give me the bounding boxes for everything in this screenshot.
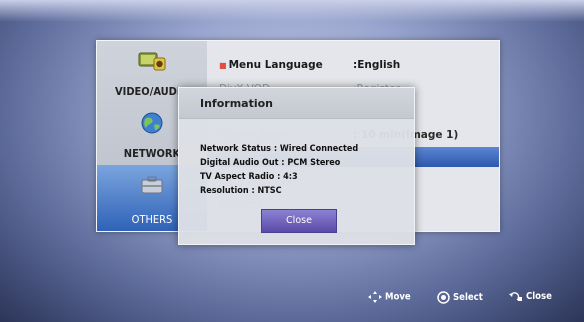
setting-row-menu-language[interactable]: ■ Menu Language :English [207, 53, 499, 77]
hint-select: Select [437, 291, 483, 304]
dialog-title-bar: Information [179, 88, 414, 119]
setting-value: :English [353, 59, 401, 71]
setting-key: ■ Menu Language [219, 59, 323, 71]
info-tv-aspect: TV Aspect Radio : 4:3 [200, 172, 298, 182]
information-dialog: Information Network Status : Wired Conne… [178, 87, 415, 245]
top-highlight [0, 0, 584, 22]
close-button[interactable]: Close [261, 209, 337, 233]
speaker-monitor-icon [138, 52, 166, 71]
move-arrows-icon [368, 291, 382, 303]
info-resolution: Resolution : NTSC [200, 186, 282, 196]
back-arrow-icon [509, 292, 522, 301]
toolbox-icon [141, 176, 163, 194]
select-circle-icon [437, 291, 450, 304]
globe-icon [141, 112, 163, 134]
hint-select-label: Select [452, 292, 483, 303]
hint-close-label: Close [525, 291, 552, 302]
hint-move: Move [368, 291, 411, 303]
info-network-status: Network Status : Wired Connected [200, 144, 359, 154]
bullet-icon: ■ [219, 61, 227, 70]
hint-move-label: Move [384, 291, 411, 303]
dialog-title: Information [200, 97, 273, 110]
hint-close: Close [508, 291, 552, 302]
info-digital-audio-out: Digital Audio Out : PCM Stereo [200, 158, 341, 168]
